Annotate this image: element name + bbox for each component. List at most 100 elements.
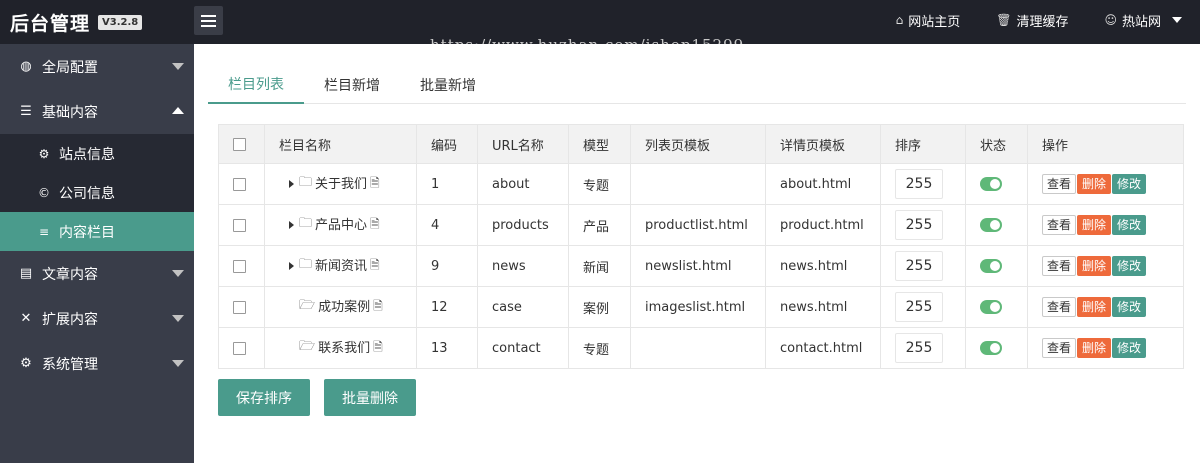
table-row: 🗁 成功案例 🗎 12 case 案例 imageslist.html news.h…: [218, 286, 1184, 328]
row-checkbox[interactable]: [233, 300, 246, 314]
table-row: 🗀 新闻资讯 🗎 9 news 新闻 newslist.html news.html…: [218, 245, 1184, 287]
save-sort-button[interactable]: 保存排序: [218, 379, 310, 416]
column-code: 9: [416, 245, 478, 287]
column-detail-template: contact.html: [765, 327, 881, 369]
row-checkbox[interactable]: [233, 259, 246, 273]
user-menu[interactable]: ☺ 热站网: [1104, 11, 1182, 30]
col-header-code: 编码: [416, 124, 478, 164]
status-toggle[interactable]: [980, 259, 1002, 273]
edit-button[interactable]: 修改: [1112, 297, 1147, 317]
sidebar-subitem-company-info[interactable]: © 公司信息: [0, 173, 194, 212]
sort-input[interactable]: [895, 251, 943, 281]
view-button[interactable]: 查看: [1042, 174, 1077, 194]
column-model: 专题: [568, 163, 631, 205]
tab-column-list[interactable]: 栏目列表: [208, 66, 304, 104]
column-table: 栏目名称 编码 URL名称 模型 列表页模板 详情页模板 排序 状态 操作 🗀 关…: [218, 124, 1184, 369]
sidebar-subitem-content-columns[interactable]: ≡ 内容栏目: [0, 212, 194, 251]
view-button[interactable]: 查看: [1042, 215, 1077, 235]
status-toggle[interactable]: [980, 300, 1002, 314]
chevron-down-icon: [172, 315, 184, 322]
col-header-model: 模型: [568, 124, 631, 164]
row-checkbox[interactable]: [233, 177, 246, 191]
view-button[interactable]: 查看: [1042, 256, 1077, 276]
trash-icon: 🗑︎: [996, 13, 1012, 27]
delete-button[interactable]: 删除: [1077, 215, 1112, 235]
folder-icon: 🗀: [299, 216, 313, 232]
sidebar-item-extended-content[interactable]: ✕ 扩展内容: [0, 296, 194, 341]
column-url: about: [477, 163, 569, 205]
table-row: 🗁联系我们🗎 13 contact 专题 contact.html 查看删除修改: [218, 327, 1184, 369]
document-icon: 🗎: [370, 175, 380, 190]
status-toggle[interactable]: [980, 177, 1002, 191]
clear-cache-link[interactable]: 🗑︎ 清理缓存: [996, 11, 1068, 30]
edit-button[interactable]: 修改: [1112, 338, 1147, 358]
column-model: 专题: [568, 327, 631, 369]
tab-column-add[interactable]: 栏目新增: [304, 66, 400, 104]
column-name: 成功案例: [318, 299, 371, 315]
table-header: 栏目名称 编码 URL名称 模型 列表页模板 详情页模板 排序 状态 操作: [218, 124, 1184, 164]
column-url: case: [477, 286, 569, 328]
row-checkbox[interactable]: [233, 218, 246, 232]
col-header-list-template: 列表页模板: [630, 124, 766, 164]
select-all-cell: [218, 124, 265, 164]
sort-input[interactable]: [895, 292, 943, 322]
caret-right-icon[interactable]: [289, 221, 294, 230]
bottom-actions: 保存排序 批量删除: [218, 379, 416, 416]
sidebar-item-basic-content[interactable]: ☰ 基础内容: [0, 89, 194, 134]
edit-button[interactable]: 修改: [1112, 256, 1147, 276]
view-button[interactable]: 查看: [1042, 297, 1077, 317]
brand[interactable]: 后台管理 V3.2.8: [0, 0, 194, 44]
status-toggle[interactable]: [980, 218, 1002, 232]
menu-toggle-button[interactable]: [194, 6, 223, 35]
sidebar-subitem-site-info[interactable]: ⚙ 站点信息: [0, 134, 194, 173]
sidebar-item-article-content[interactable]: ▤ 文章内容: [0, 251, 194, 296]
delete-button[interactable]: 删除: [1077, 256, 1112, 276]
sidebar-item-system-management[interactable]: ⚙ 系统管理: [0, 341, 194, 386]
edit-button[interactable]: 修改: [1112, 215, 1147, 235]
caret-right-icon[interactable]: [289, 180, 294, 189]
row-checkbox[interactable]: [233, 341, 246, 355]
sidebar-item-global-config[interactable]: ◍ 全局配置: [0, 44, 194, 89]
column-name: 新闻资讯: [315, 258, 368, 274]
select-all-checkbox[interactable]: [233, 137, 246, 151]
hamburger-icon: [201, 14, 216, 17]
home-link[interactable]: ⌂ 网站主页: [896, 11, 961, 30]
tab-batch-add[interactable]: 批量新增: [400, 66, 496, 104]
col-header-actions: 操作: [1027, 124, 1184, 164]
column-detail-template: news.html: [765, 245, 881, 287]
sort-input[interactable]: [895, 210, 943, 240]
delete-button[interactable]: 删除: [1077, 338, 1112, 358]
chevron-up-icon: [172, 107, 184, 114]
user-icon: ☺: [1104, 13, 1117, 27]
view-button[interactable]: 查看: [1042, 338, 1077, 358]
sliders-icon: ☰: [20, 104, 32, 119]
tab-bar: 栏目列表 栏目新增 批量新增: [208, 66, 1186, 104]
column-detail-template: news.html: [765, 286, 881, 328]
column-name: 产品中心: [315, 217, 368, 233]
column-url: news: [477, 245, 569, 287]
caret-right-icon[interactable]: [289, 262, 294, 271]
table-row: 🗀关于我们🗎 1 about 专题 about.html 查看删除修改: [218, 163, 1184, 205]
app-title: 后台管理: [10, 12, 91, 35]
batch-delete-button[interactable]: 批量删除: [324, 379, 416, 416]
copyright-icon: ©: [38, 185, 50, 200]
gear-icon: ⚙: [20, 356, 32, 371]
edit-button[interactable]: 修改: [1112, 174, 1147, 194]
sort-input[interactable]: [895, 169, 943, 199]
list-icon: ≡: [38, 224, 50, 239]
column-detail-template: about.html: [765, 163, 881, 205]
folder-open-icon: 🗁: [299, 298, 316, 314]
col-header-detail-template: 详情页模板: [765, 124, 881, 164]
delete-button[interactable]: 删除: [1077, 174, 1112, 194]
delete-button[interactable]: 删除: [1077, 297, 1112, 317]
chevron-down-icon: [172, 63, 184, 70]
status-toggle[interactable]: [980, 341, 1002, 355]
sidebar: ◍ 全局配置 ☰ 基础内容 ⚙ 站点信息 © 公司信息 ≡ 内容栏目 ▤ 文章内…: [0, 44, 194, 463]
folder-icon: 🗀: [299, 257, 313, 273]
gear-icon: ⚙: [38, 146, 50, 161]
folder-open-icon: 🗁: [299, 339, 316, 355]
column-code: 12: [416, 286, 478, 328]
document-icon: 🗎: [370, 216, 380, 231]
sort-input[interactable]: [895, 333, 943, 363]
column-code: 4: [416, 204, 478, 246]
